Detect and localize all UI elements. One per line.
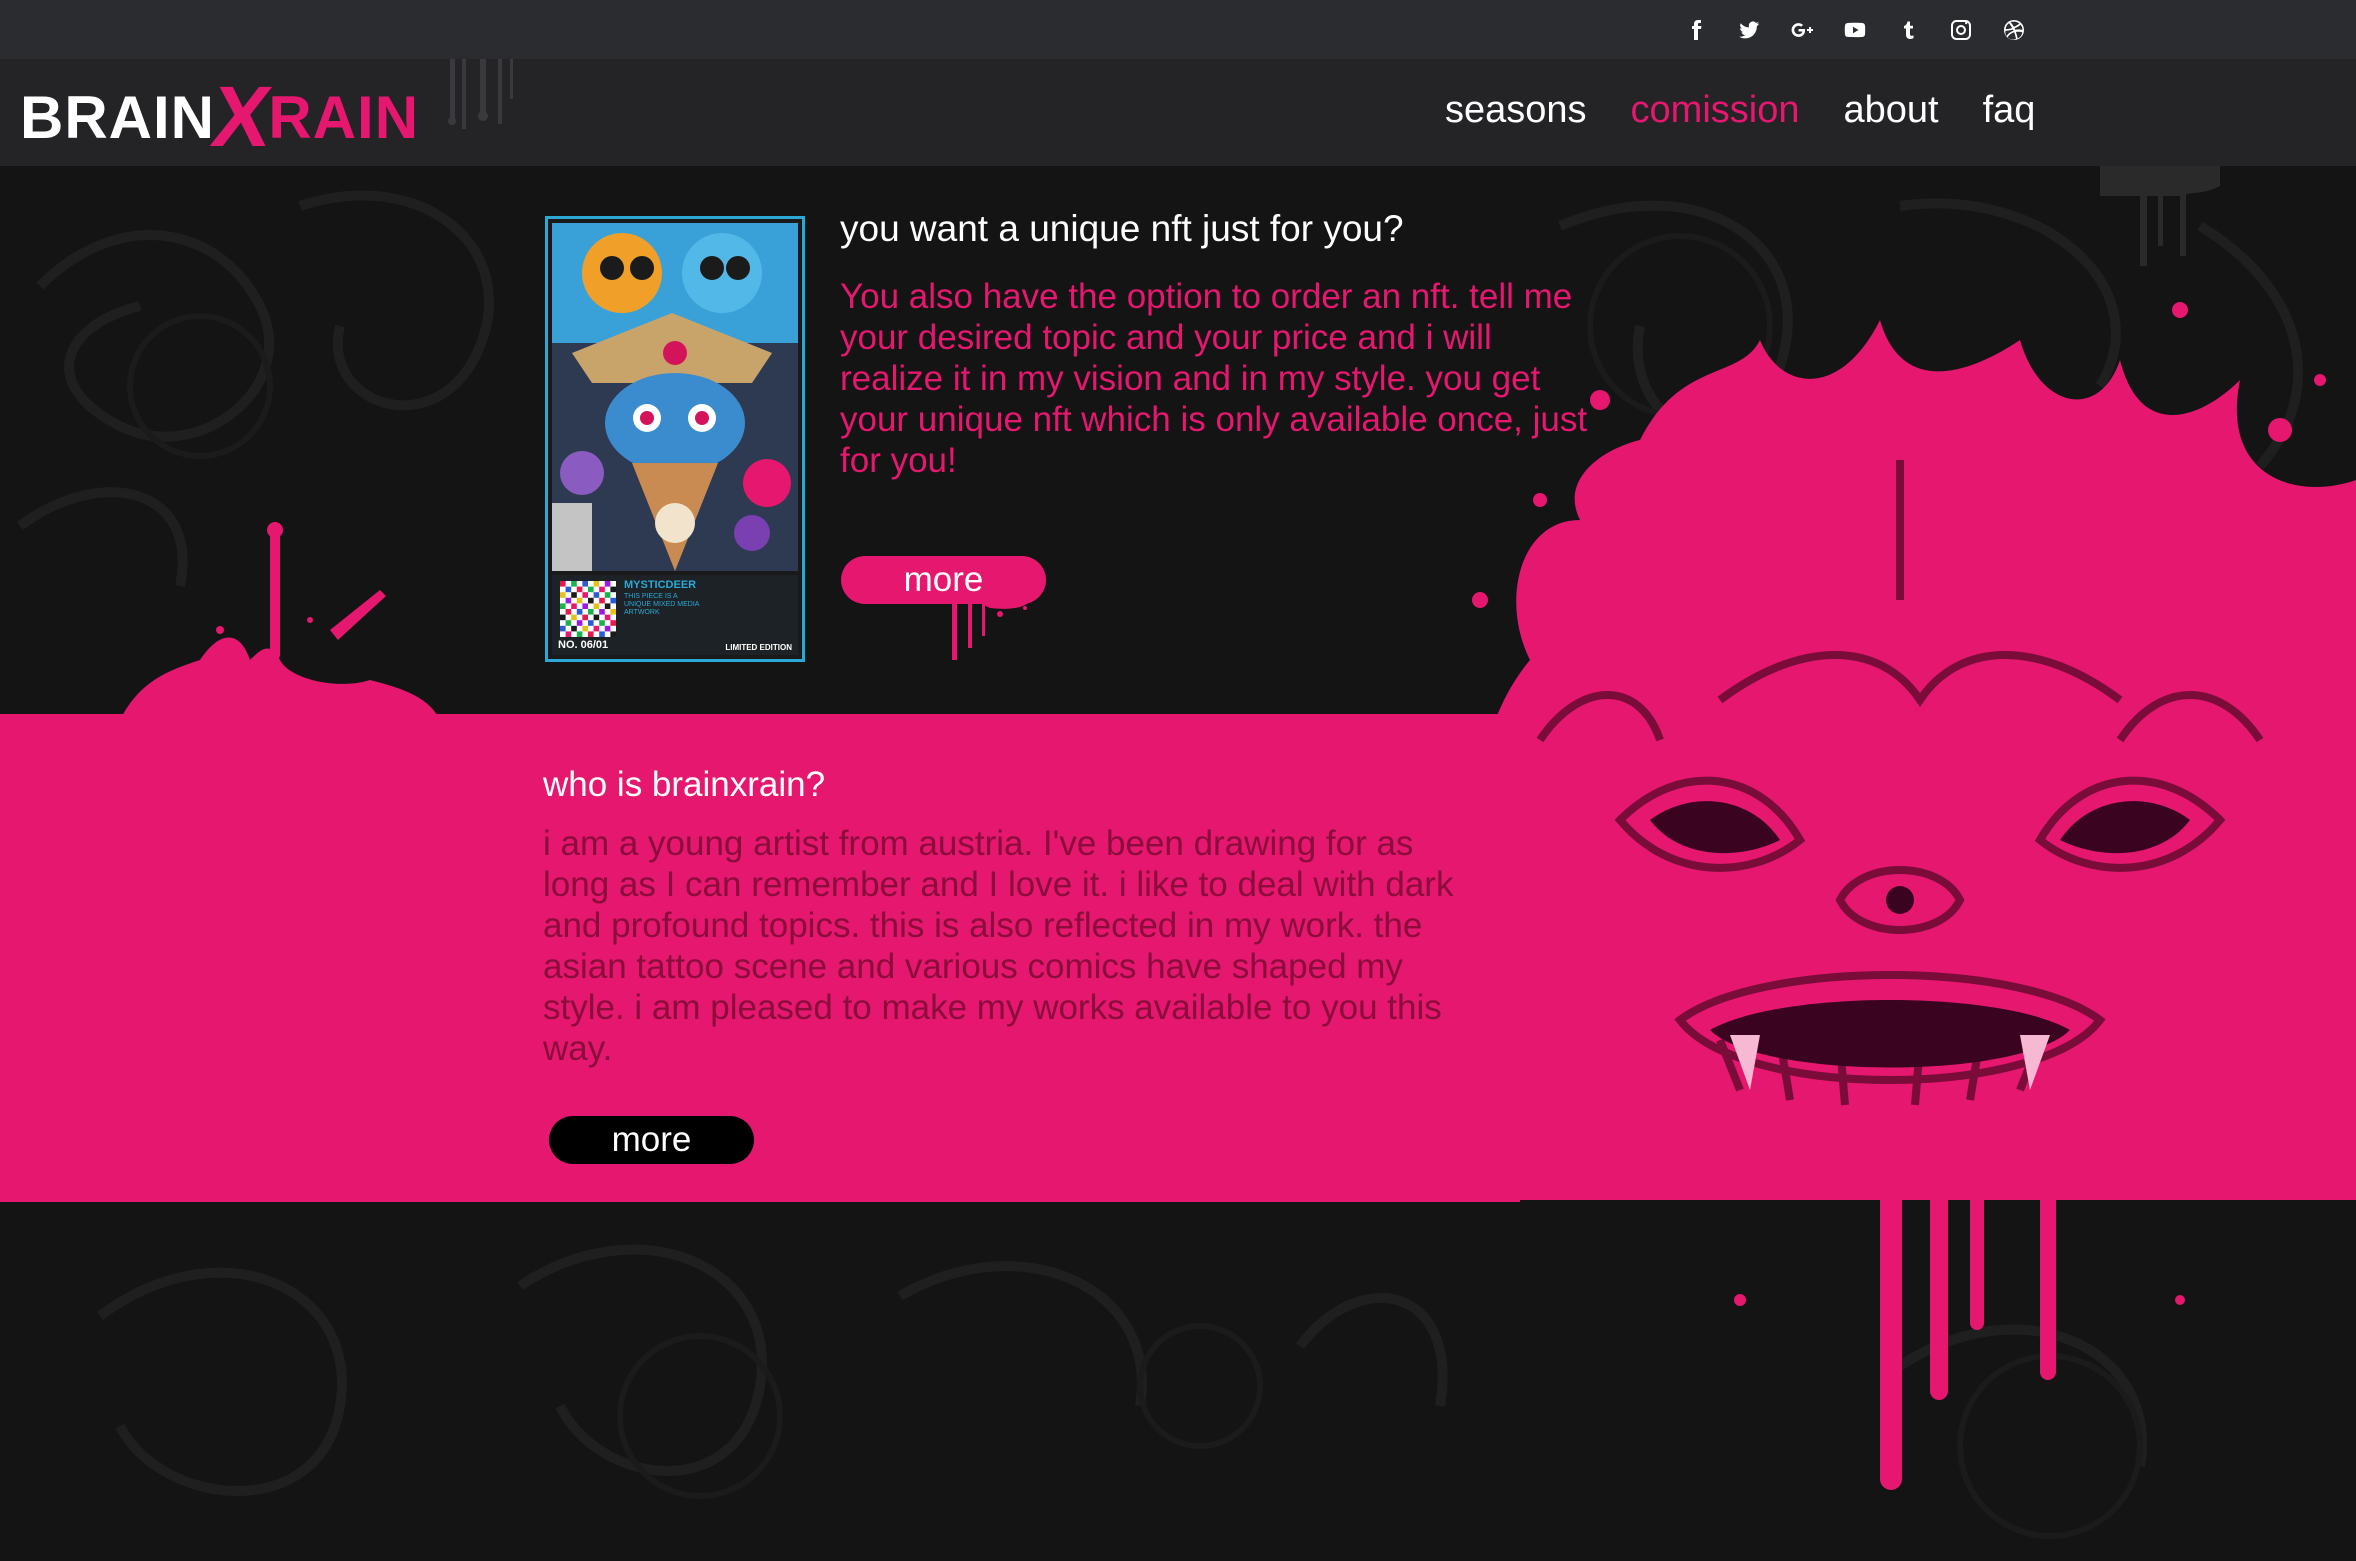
logo-x-text: X [206,69,278,165]
nft-card-edition: LIMITED EDITION [725,643,792,652]
drip-decoration [2100,166,2220,266]
nft-card-number: NO. 06/01 [558,639,609,651]
nft-artwork-card[interactable]: MYSTICDEER THIS PIECE IS A UNIQUE MIXED … [545,216,805,662]
nav-seasons[interactable]: seasons [1445,89,1587,132]
primary-nav: seasons comission about faq [1445,89,2035,132]
about-title: who is brainxrain? [543,765,826,804]
main-navbar: BRAIN X RAIN seasons comission about faq [0,59,2356,166]
mystic-deer-artwork [552,223,798,571]
logo-rain-text: RAIN [268,83,420,151]
brand-logo[interactable]: BRAIN X RAIN [20,69,420,165]
tumblr-icon[interactable] [1892,14,1924,46]
logo-brain-text: BRAIN [20,83,215,151]
paint-splash-decoration [120,522,440,720]
logo-drip-decoration [448,59,513,129]
about-body: i am a young artist from austria. I've b… [543,824,1454,1068]
twitter-icon[interactable] [1733,14,1765,46]
instagram-icon[interactable] [1945,14,1977,46]
nft-info-panel: MYSTICDEER THIS PIECE IS A UNIQUE MIXED … [552,575,798,655]
social-links [1680,14,2030,46]
youtube-icon[interactable] [1839,14,1871,46]
social-bar [0,0,2356,59]
google-plus-icon[interactable] [1786,14,1818,46]
commission-body: You also have the option to order an nft… [840,277,1588,480]
qr-code [560,581,616,637]
nft-card-name: MYSTICDEER [624,579,697,591]
nft-card-description: THIS PIECE IS A UNIQUE MIXED MEDIA ARTWO… [624,593,700,616]
oni-mask-illustration [1472,302,2356,1490]
nav-comission[interactable]: comission [1631,89,1800,132]
dribbble-icon[interactable] [1998,14,2030,46]
facebook-icon[interactable] [1680,14,1712,46]
commission-title: you want a unique nft just for you? [840,208,1404,249]
about-more-button[interactable]: more [549,1116,754,1164]
nav-about[interactable]: about [1844,89,1939,132]
nav-faq[interactable]: faq [1983,89,2036,132]
commission-more-button[interactable]: more [841,556,1046,604]
